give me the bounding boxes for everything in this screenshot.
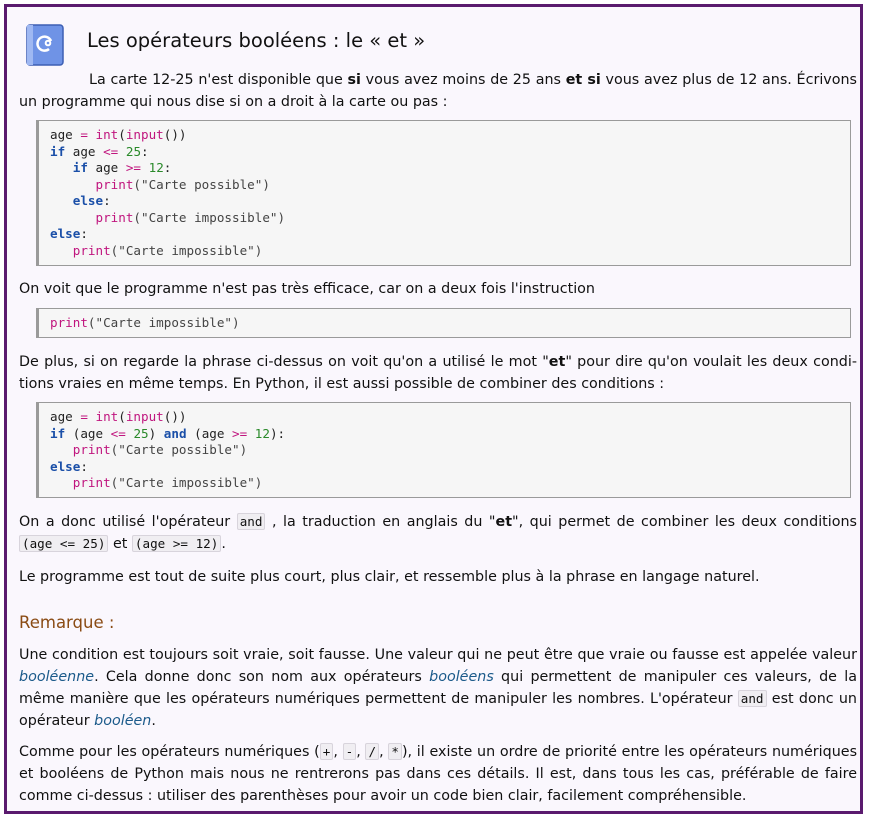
inline-code-and: and: [236, 513, 266, 530]
paragraph-priority: Comme pour les opérateurs numériques (+,…: [19, 743, 858, 804]
code-block-nested: age = int(input()) if age <= 25: if age …: [36, 120, 851, 266]
page-title: Les opérateurs booléens : le « et »: [87, 29, 426, 52]
inline-code-and-2: and: [737, 690, 767, 707]
paragraph-shorter: Le programme est tout de suite plus cour…: [19, 569, 760, 585]
inline-code-plus: +: [319, 743, 334, 760]
paragraph-inefficient: On voit que le programme n'est pas très …: [19, 281, 595, 297]
remarque-heading: Remarque :: [19, 613, 115, 632]
paragraph-combine: De plus, si on regarde la phrase ci-dess…: [19, 354, 857, 392]
code-block-print: print("Carte impossible"): [36, 308, 851, 338]
inline-code-divide: /: [365, 743, 380, 760]
notebook-icon: [21, 21, 69, 69]
code-block-and: age = int(input()) if (age <= 25) and (a…: [36, 402, 851, 498]
inline-code-cond2: (age >= 12): [131, 535, 222, 552]
inline-code-minus: -: [342, 743, 357, 760]
inline-code-cond1: (age <= 25): [19, 535, 109, 552]
intro-paragraph: La carte 12-25 n'est disponible que si v…: [19, 72, 858, 110]
inline-code-multiply: *: [388, 743, 402, 760]
paragraph-boolean: Une condition est toujours soit vraie, s…: [19, 647, 857, 729]
document-frame: Les opérateurs booléens : le « et » La c…: [4, 4, 863, 814]
paragraph-and-operator: On a donc utilisé l'opérateur and , la t…: [19, 513, 857, 552]
